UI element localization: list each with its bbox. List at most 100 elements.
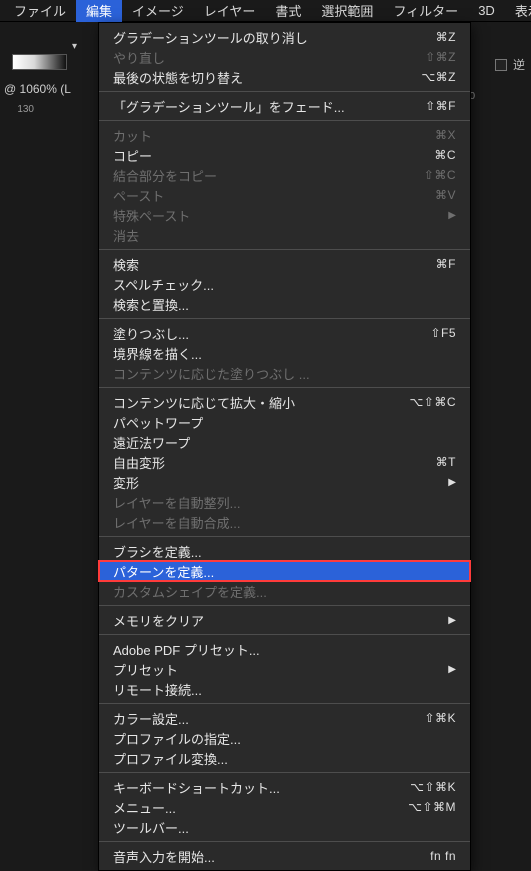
menu-item[interactable]: 検索⌘F	[99, 254, 470, 274]
menu-item[interactable]: リモート接続...	[99, 679, 470, 699]
menu-separator	[99, 120, 470, 121]
menu-item[interactable]: 検索と置換...	[99, 294, 470, 314]
menu-item[interactable]: カラー設定...⇧⌘K	[99, 708, 470, 728]
menu-item[interactable]: プリセット▶	[99, 659, 470, 679]
menu-item[interactable]: パターンを定義...	[99, 561, 470, 581]
menu-item[interactable]: ツールバー...	[99, 817, 470, 837]
menu-item-label: カット	[113, 126, 435, 145]
menu-item[interactable]: 境界線を描く...	[99, 343, 470, 363]
menu-レイヤー[interactable]: レイヤー	[194, 0, 266, 22]
menu-item: ペースト⌘V	[99, 185, 470, 205]
chevron-right-icon: ▶	[448, 477, 456, 488]
menu-item[interactable]: パペットワープ	[99, 412, 470, 432]
gradient-preview[interactable]	[12, 54, 67, 70]
menu-item[interactable]: 変形▶	[99, 472, 470, 492]
menu-item[interactable]: メニュー...⌥⇧⌘M	[99, 797, 470, 817]
menu-item-label: カラー設定...	[113, 709, 424, 728]
menu-item-label: 特殊ペースト	[113, 206, 448, 225]
menu-item-label: ペースト	[113, 186, 435, 205]
menubar: ファイル編集イメージレイヤー書式選択範囲フィルター3D表示	[0, 0, 531, 22]
menu-フィルター[interactable]: フィルター	[383, 0, 468, 22]
menu-編集[interactable]: 編集	[76, 0, 122, 22]
menu-item[interactable]: 最後の状態を切り替え⌥⌘Z	[99, 67, 470, 87]
menu-separator	[99, 703, 470, 704]
menu-item-label: コンテンツに応じた塗りつぶし ...	[113, 364, 456, 383]
menu-選択範囲[interactable]: 選択範囲	[311, 0, 383, 22]
chevron-right-icon: ▶	[448, 664, 456, 675]
menu-shortcut: ⌘T	[436, 455, 456, 469]
menu-shortcut: ⌥⇧⌘C	[409, 395, 456, 409]
menu-item[interactable]: 自由変形⌘T	[99, 452, 470, 472]
chevron-down-icon[interactable]: ▾	[72, 41, 77, 52]
menu-item-label: スペルチェック...	[113, 275, 456, 294]
menu-item[interactable]: メモリをクリア▶	[99, 610, 470, 630]
menu-item-label: やり直し	[113, 48, 425, 67]
menu-item: コンテンツに応じた塗りつぶし ...	[99, 363, 470, 383]
ruler-tick: 130	[4, 104, 34, 115]
menu-item-label: メニュー...	[113, 798, 408, 817]
menu-item[interactable]: 「グラデーションツール」をフェード...⇧⌘F	[99, 96, 470, 116]
menu-item[interactable]: Adobe PDF プリセット...	[99, 639, 470, 659]
menu-item[interactable]: キーボードショートカット...⌥⇧⌘K	[99, 777, 470, 797]
menu-shortcut: ⇧⌘K	[424, 711, 456, 725]
menu-item-label: Adobe PDF プリセット...	[113, 640, 456, 659]
menu-item[interactable]: 音声入力を開始...fn fn	[99, 846, 470, 866]
menu-shortcut: ⇧⌘C	[424, 168, 456, 182]
menu-item[interactable]: コンテンツに応じて拡大・縮小⌥⇧⌘C	[99, 392, 470, 412]
menu-separator	[99, 536, 470, 537]
menu-shortcut: ⌘C	[434, 148, 456, 162]
menu-イメージ[interactable]: イメージ	[122, 0, 194, 22]
menu-shortcut: fn fn	[430, 849, 456, 863]
menu-item-label: 境界線を描く...	[113, 344, 456, 363]
menu-item: レイヤーを自動整列...	[99, 492, 470, 512]
menu-item-label: プリセット	[113, 660, 448, 679]
menu-shortcut: ⌥⇧⌘K	[410, 780, 456, 794]
menu-item-label: キーボードショートカット...	[113, 778, 410, 797]
menu-item[interactable]: グラデーションツールの取り消し⌘Z	[99, 27, 470, 47]
menu-item: 消去	[99, 225, 470, 245]
menu-item: 結合部分をコピー⇧⌘C	[99, 165, 470, 185]
menu-shortcut: ⌘F	[436, 257, 456, 271]
menu-item[interactable]: 遠近法ワープ	[99, 432, 470, 452]
menu-separator	[99, 318, 470, 319]
menu-item-label: レイヤーを自動合成...	[113, 513, 456, 532]
menu-item-label: リモート接続...	[113, 680, 456, 699]
menu-item[interactable]: コピー⌘C	[99, 145, 470, 165]
menu-item-label: 音声入力を開始...	[113, 847, 430, 866]
menu-item-label: カスタムシェイプを定義...	[113, 582, 456, 601]
menu-item-label: プロファイル変換...	[113, 749, 456, 768]
menu-shortcut: ⌘Z	[436, 30, 456, 44]
menu-separator	[99, 772, 470, 773]
menu-書式[interactable]: 書式	[265, 0, 311, 22]
menu-item[interactable]: プロファイル変換...	[99, 748, 470, 768]
options-bar-left: ▾ @ 1060% (L 130	[0, 22, 98, 122]
reverse-label: 逆	[513, 56, 525, 73]
menu-item: レイヤーを自動合成...	[99, 512, 470, 532]
menu-ファイル[interactable]: ファイル	[4, 0, 76, 22]
menu-3D[interactable]: 3D	[468, 1, 505, 20]
menu-shortcut: ⇧F5	[430, 326, 456, 340]
menu-item-label: 検索と置換...	[113, 295, 456, 314]
menu-shortcut: ⌘V	[435, 188, 456, 202]
edit-menu: グラデーションツールの取り消し⌘Zやり直し⇧⌘Z最後の状態を切り替え⌥⌘Z「グラ…	[98, 22, 471, 871]
menu-item-label: ブラシを定義...	[113, 542, 456, 561]
menu-shortcut: ⌘X	[435, 128, 456, 142]
reverse-checkbox[interactable]	[495, 59, 507, 71]
ruler: 130	[0, 104, 98, 122]
chevron-right-icon: ▶	[448, 615, 456, 626]
menu-item[interactable]: プロファイルの指定...	[99, 728, 470, 748]
menu-item[interactable]: スペルチェック...	[99, 274, 470, 294]
menu-item-label: パターンを定義...	[113, 562, 456, 581]
menu-separator	[99, 634, 470, 635]
menu-表示[interactable]: 表示	[505, 0, 531, 22]
menu-item-label: 検索	[113, 255, 436, 274]
menu-shortcut: ⌥⇧⌘M	[408, 800, 456, 814]
zoom-level: @ 1060% (L	[4, 82, 98, 96]
chevron-right-icon: ▶	[448, 210, 456, 221]
menu-item-label: 変形	[113, 473, 448, 492]
menu-item[interactable]: ブラシを定義...	[99, 541, 470, 561]
menu-item-label: メモリをクリア	[113, 611, 448, 630]
menu-item-label: パペットワープ	[113, 413, 456, 432]
menu-shortcut: ⇧⌘F	[425, 99, 456, 113]
menu-item[interactable]: 塗りつぶし...⇧F5	[99, 323, 470, 343]
